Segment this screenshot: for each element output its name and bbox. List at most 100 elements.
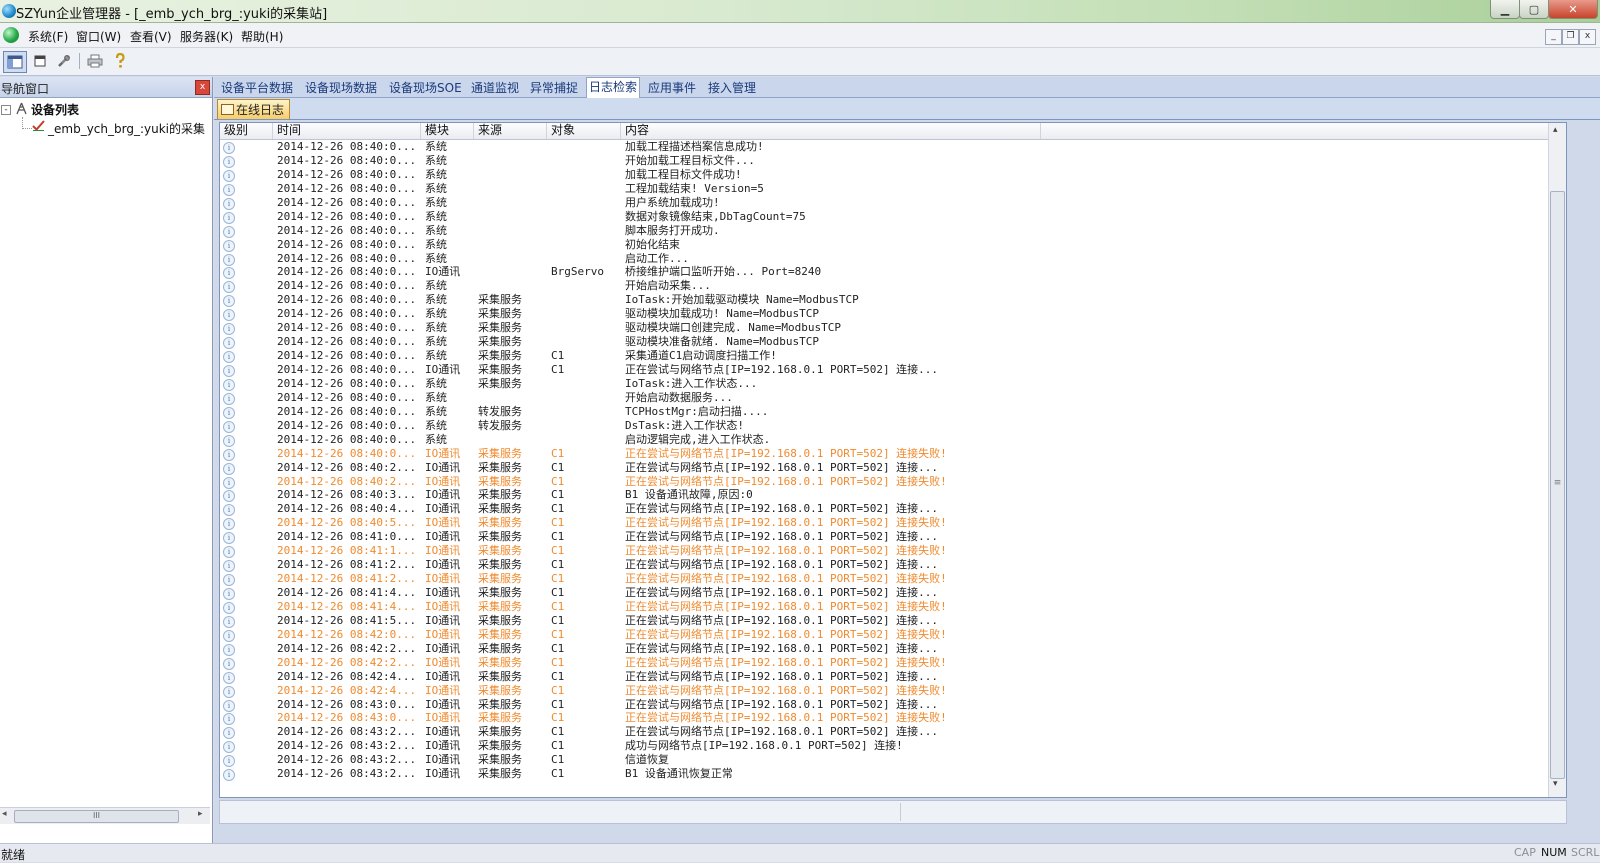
menu-view[interactable]: 查看(V) (130, 28, 172, 45)
log-row[interactable]: i 2014-12-26 08:42:0... IO通讯 采集服务 C1 正在尝试与网络节… (220, 628, 1548, 642)
log-row[interactable]: i 2014-12-26 08:40:4... IO通讯 采集服务 C1 正在尝试与网络节… (220, 502, 1548, 517)
log-row[interactable]: i 2014-12-26 08:40:0... IO通讯 采集服务 C1 正在尝试与网络节… (220, 363, 1548, 377)
log-row[interactable]: i 2014-12-26 08:42:4... IO通讯 采集服务 C1 正在尝试与网络节… (220, 684, 1548, 698)
column-time[interactable]: 时间 (273, 123, 421, 139)
nav-close-button[interactable]: x (195, 80, 210, 95)
log-row[interactable]: i 2014-12-26 08:40:0... 系统 启动工作... (220, 252, 1548, 266)
log-row[interactable]: i 2014-12-26 08:40:0... 系统 开始加载工程目标文件... (220, 154, 1548, 168)
print-icon[interactable] (84, 51, 106, 71)
scroll-up-icon[interactable]: ▴ (1553, 125, 1558, 135)
log-row[interactable]: i 2014-12-26 08:42:2... IO通讯 采集服务 C1 正在尝试与网络节… (220, 656, 1548, 670)
log-row[interactable]: i 2014-12-26 08:40:0... 系统 开始启动数据服务... (220, 391, 1548, 405)
log-row[interactable]: i 2014-12-26 08:40:0... 系统 转发服务 DsTask:进入工作状… (220, 419, 1548, 433)
tab-access-management[interactable]: 接入管理 (707, 79, 757, 96)
menu-help[interactable]: 帮助(H) (241, 28, 283, 45)
log-row[interactable]: i 2014-12-26 08:41:5... IO通讯 采集服务 C1 正在尝试与网络节… (220, 614, 1548, 628)
menu-system[interactable]: 系统(F) (28, 28, 68, 45)
log-row[interactable]: i 2014-12-26 08:43:0... IO通讯 采集服务 C1 正在尝试与网络节… (220, 698, 1548, 712)
log-row[interactable]: i 2014-12-26 08:40:0... 系统 采集服务 IoTask:开始加载驱… (220, 293, 1548, 308)
tab-app-events[interactable]: 应用事件 (647, 79, 697, 96)
log-row[interactable]: i 2014-12-26 08:43:2... IO通讯 采集服务 C1 B1 设备通讯恢… (220, 767, 1548, 782)
log-row[interactable]: i 2014-12-26 08:40:0... 系统 采集服务 驱动模块端口创建完成. … (220, 321, 1548, 336)
log-module: IO通讯 (425, 516, 461, 530)
mdi-close-button[interactable]: x (1579, 29, 1596, 45)
subtab-online-log[interactable]: 在线日志 (217, 99, 291, 119)
mdi-minimize-button[interactable]: _ (1545, 29, 1562, 45)
log-source: 采集服务 (478, 655, 522, 669)
column-content[interactable]: 内容 (621, 123, 1041, 139)
log-module: IO通讯 (425, 544, 461, 558)
log-content: 正在尝试与网络节点[IP=192.168.0.1 PORT=502] 连接失败! (625, 683, 947, 697)
menu-server[interactable]: 服务器(K) (180, 28, 233, 45)
log-module: IO通讯 (425, 363, 461, 376)
log-module: 系统 (425, 321, 447, 335)
log-time: 2014-12-26 08:40:0... (277, 251, 417, 265)
nav-horizontal-scrollbar[interactable]: ◂ III ▸ (0, 807, 210, 824)
scroll-left-icon[interactable]: ◂ (2, 809, 7, 819)
layout-icon[interactable] (3, 51, 27, 73)
tree-root-device-list[interactable]: 设备列表 (31, 101, 79, 118)
tab-field-soe[interactable]: 设备现场SOE (388, 79, 463, 96)
tab-platform-data[interactable]: 设备平台数据 (220, 79, 294, 96)
log-row[interactable]: i 2014-12-26 08:40:0... 系统 加载工程目标文件成功! (220, 168, 1548, 182)
log-row[interactable]: i 2014-12-26 08:42:2... IO通讯 采集服务 C1 正在尝试与网络节… (220, 642, 1548, 656)
log-row[interactable]: i 2014-12-26 08:40:5... IO通讯 采集服务 C1 正在尝试与网络节… (220, 516, 1548, 531)
log-row[interactable]: i 2014-12-26 08:40:0... 系统 数据对象镜像结束,DbTagCo… (220, 210, 1548, 224)
tab-exception-capture[interactable]: 异常捕捉 (529, 79, 579, 96)
column-level[interactable]: 级别 (220, 123, 273, 139)
tree-item-collection-station[interactable]: _emb_ych_brg_:yuki的采集 (48, 120, 205, 137)
log-module: 系统 (425, 279, 447, 293)
log-row[interactable]: i 2014-12-26 08:40:2... IO通讯 采集服务 C1 正在尝试与网络节… (220, 461, 1548, 475)
help-icon[interactable] (109, 51, 131, 71)
minimize-button[interactable]: ▁ (1490, 0, 1520, 19)
log-row[interactable]: i 2014-12-26 08:42:4... IO通讯 采集服务 C1 正在尝试与网络节… (220, 670, 1548, 684)
log-row[interactable]: i 2014-12-26 08:40:0... 系统 脚本服务打开成功. (220, 224, 1548, 238)
column-module[interactable]: 模块 (421, 123, 474, 139)
log-row[interactable]: i 2014-12-26 08:40:0... 系统 采集服务 驱动模块准备就绪. Na… (220, 335, 1548, 350)
scroll-right-icon[interactable]: ▸ (198, 809, 203, 819)
log-row[interactable]: i 2014-12-26 08:40:0... 系统 采集服务 IoTask:进入工作状… (220, 377, 1548, 391)
log-row[interactable]: i 2014-12-26 08:43:2... IO通讯 采集服务 C1 成功与网络节点[… (220, 739, 1548, 754)
log-row[interactable]: i 2014-12-26 08:40:0... IO通讯 采集服务 C1 正在尝试与网络节… (220, 447, 1548, 461)
log-row[interactable]: i 2014-12-26 08:40:0... IO通讯 BrgServo 桥接维护端口… (220, 265, 1548, 280)
log-row[interactable]: i 2014-12-26 08:41:2... IO通讯 采集服务 C1 正在尝试与网络节… (220, 558, 1548, 573)
tools-icon[interactable] (53, 51, 75, 71)
close-button[interactable]: ✕ (1548, 0, 1598, 19)
column-object[interactable]: 对象 (547, 123, 621, 139)
log-row[interactable]: i 2014-12-26 08:40:0... 系统 工程加载结束! Version=… (220, 182, 1548, 196)
log-row[interactable]: i 2014-12-26 08:40:0... 系统 转发服务 TCPHostMgr:启… (220, 405, 1548, 419)
log-row[interactable]: i 2014-12-26 08:41:1... IO通讯 采集服务 C1 正在尝试与网络节… (220, 544, 1548, 559)
log-object: C1 (551, 711, 565, 725)
log-row[interactable]: i 2014-12-26 08:40:0... 系统 加载工程描述档案信息成功! (220, 140, 1548, 154)
log-row[interactable]: i 2014-12-26 08:43:2... IO通讯 采集服务 C1 正在尝试与网络节… (220, 725, 1548, 740)
log-row[interactable]: i 2014-12-26 08:41:4... IO通讯 采集服务 C1 正在尝试与网络节… (220, 586, 1548, 600)
log-row[interactable]: i 2014-12-26 08:41:0... IO通讯 采集服务 C1 正在尝试与网络节… (220, 530, 1548, 545)
log-row[interactable]: i 2014-12-26 08:41:4... IO通讯 采集服务 C1 正在尝试与网络节… (220, 600, 1548, 614)
log-module: 系统 (425, 335, 447, 349)
log-row[interactable]: i 2014-12-26 08:40:0... 系统 采集服务 C1 采集通道C1启动调度… (220, 349, 1548, 364)
maximize-button[interactable]: ▢ (1519, 0, 1549, 19)
log-row[interactable]: i 2014-12-26 08:40:0... 系统 采集服务 驱动模块加载成功! Na… (220, 307, 1548, 322)
log-row[interactable]: i 2014-12-26 08:40:0... 系统 用户系统加载成功! (220, 196, 1548, 210)
tab-field-data[interactable]: 设备现场数据 (304, 79, 378, 96)
log-row[interactable]: i 2014-12-26 08:40:2... IO通讯 采集服务 C1 正在尝试与网络节… (220, 475, 1548, 489)
tab-log-search[interactable]: 日志检索 (586, 77, 641, 98)
log-row[interactable]: i 2014-12-26 08:41:2... IO通讯 采集服务 C1 正在尝试与网络节… (220, 572, 1548, 587)
log-row[interactable]: i 2014-12-26 08:43:0... IO通讯 采集服务 C1 正在尝试与网络节… (220, 711, 1548, 726)
log-row[interactable]: i 2014-12-26 08:40:0... 系统 启动逻辑完成,进入工作状态. (220, 433, 1548, 447)
log-row[interactable]: i 2014-12-26 08:40:3... IO通讯 采集服务 C1 B1 设备通讯故… (220, 488, 1548, 503)
tab-channel-monitor[interactable]: 通道监视 (470, 79, 520, 96)
log-row[interactable]: i 2014-12-26 08:40:0... 系统 开始启动采集... (220, 279, 1548, 294)
log-row[interactable]: i 2014-12-26 08:40:0... 系统 初始化结束 (220, 238, 1548, 252)
log-row[interactable]: i 2014-12-26 08:43:2... IO通讯 采集服务 C1 信道恢复 (220, 753, 1548, 768)
log-vertical-scrollbar[interactable]: ▴ ≡ ▾ (1548, 123, 1566, 797)
tree-collapse-icon[interactable]: - (1, 105, 11, 115)
scroll-thumb[interactable]: III (14, 810, 179, 823)
menu-window[interactable]: 窗口(W) (76, 28, 121, 45)
column-source[interactable]: 来源 (474, 123, 547, 139)
mdi-restore-button[interactable]: ❐ (1562, 29, 1579, 45)
menu-app-icon[interactable] (3, 27, 19, 43)
window-icon[interactable] (29, 51, 51, 71)
scroll-thumb[interactable]: ≡ (1550, 191, 1565, 779)
scroll-down-icon[interactable]: ▾ (1553, 779, 1558, 789)
